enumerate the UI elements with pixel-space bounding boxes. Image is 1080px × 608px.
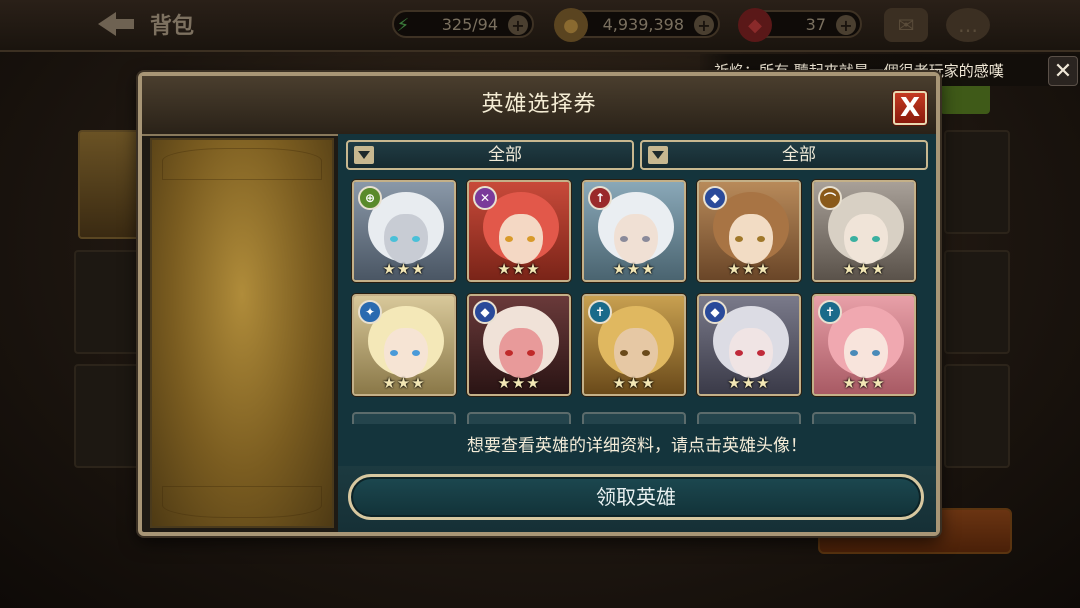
- hero-eye: [872, 350, 880, 356]
- hero-card-partial[interactable]: [697, 412, 801, 424]
- dropdown-arrow-icon: [648, 146, 668, 164]
- stamina-value: 325/94: [441, 14, 498, 34]
- chat-icon[interactable]: …: [946, 8, 990, 42]
- hero-grid: ⊕ ★★★ ✕ ★★★ ↑ ★★★ ◆ ★★★ ⌒ ★★★ ✦ ★★★ ◆ ★★★ ✝ ★★★ ◆ ★★★ ✝ ★★★: [352, 180, 922, 420]
- hero-card[interactable]: ↑ ★★★: [582, 180, 686, 282]
- knight-icon: ◆: [473, 300, 497, 324]
- hero-star-rating: ★★★: [382, 260, 426, 278]
- class-filter-dropdown[interactable]: 全部: [346, 140, 634, 170]
- hero-eye: [735, 236, 743, 242]
- archer-icon: ⌒: [818, 186, 842, 210]
- gem-icon: ◆: [738, 8, 772, 42]
- hero-grid-next-row: [352, 412, 922, 424]
- hero-eye: [642, 350, 650, 356]
- hero-eye: [412, 350, 420, 356]
- hero-star-rating: ★★★: [727, 260, 771, 278]
- hero-star-rating: ★★★: [727, 374, 771, 392]
- background-slot: [74, 364, 148, 468]
- hero-star-rating: ★★★: [497, 374, 541, 392]
- hero-eye: [527, 350, 535, 356]
- hero-eye: [850, 350, 858, 356]
- claim-area: 领取英雄: [338, 466, 936, 532]
- hero-eye: [390, 236, 398, 242]
- claim-hero-button[interactable]: 领取英雄: [348, 474, 924, 520]
- element-filter-dropdown[interactable]: 全部: [640, 140, 928, 170]
- hero-card-partial[interactable]: [352, 412, 456, 424]
- hero-eye: [505, 350, 513, 356]
- hero-eye: [850, 236, 858, 242]
- hero-eye: [757, 350, 765, 356]
- add-gold-button[interactable]: +: [694, 15, 714, 35]
- background-slot: [74, 250, 148, 354]
- hero-star-rating: ★★★: [497, 260, 541, 278]
- notification-close-button[interactable]: ✕: [1048, 56, 1078, 86]
- lightning-icon: ⚡: [396, 14, 410, 36]
- sniper-icon: ↑: [588, 186, 612, 210]
- hero-star-rating: ★★★: [612, 260, 656, 278]
- assassin-icon: ✕: [473, 186, 497, 210]
- knight-icon: ◆: [703, 186, 727, 210]
- stamina-counter: ⚡ 325/94 +: [392, 10, 534, 38]
- hero-selection-dialog: 英雄选择券 X 全部 全部 ⊕ ★★★ ✕ ★★★ ↑ ★★★ ◆ ★★★ ⌒ ★★★ ✦ ★★★ ◆ ★…: [138, 72, 940, 536]
- hero-card-partial[interactable]: [812, 412, 916, 424]
- gem-counter: ◆ 37 +: [738, 8, 862, 42]
- hero-eye: [642, 236, 650, 242]
- gold-value: 4,939,398: [602, 14, 684, 34]
- hero-card[interactable]: ◆ ★★★: [697, 180, 801, 282]
- hero-star-rating: ★★★: [842, 260, 886, 278]
- hero-eye: [390, 350, 398, 356]
- background-slot: [944, 364, 1010, 468]
- warrior-icon: ⊕: [358, 186, 382, 210]
- gold-counter: ● 4,939,398 +: [554, 8, 720, 42]
- back-button[interactable]: 背包: [98, 8, 194, 40]
- hero-card[interactable]: ✝ ★★★: [812, 294, 916, 396]
- hero-eye: [620, 236, 628, 242]
- hero-star-rating: ★★★: [612, 374, 656, 392]
- background-slot: [944, 130, 1010, 234]
- back-arrow-icon: [98, 12, 134, 36]
- class-filter-label: 全部: [488, 145, 522, 165]
- element-filter-label: 全部: [782, 145, 816, 165]
- add-gem-button[interactable]: +: [836, 15, 856, 35]
- gem-value: 37: [805, 14, 826, 34]
- hero-card[interactable]: ⊕ ★★★: [352, 180, 456, 282]
- back-label: 背包: [150, 14, 195, 39]
- hero-eye: [620, 350, 628, 356]
- knight-icon: ◆: [703, 300, 727, 324]
- hero-preview-panel: [150, 138, 334, 528]
- hero-eye: [757, 236, 765, 242]
- hero-card[interactable]: ◆ ★★★: [697, 294, 801, 396]
- hero-eye: [735, 350, 743, 356]
- gold-coin-icon: ●: [554, 8, 588, 42]
- hero-eye: [872, 236, 880, 242]
- hero-star-rating: ★★★: [382, 374, 426, 392]
- hero-card[interactable]: ◆ ★★★: [467, 294, 571, 396]
- dropdown-arrow-icon: [354, 146, 374, 164]
- priest-icon: ✝: [818, 300, 842, 324]
- hero-eye: [412, 236, 420, 242]
- hero-card[interactable]: ✝ ★★★: [582, 294, 686, 396]
- mail-icon[interactable]: ✉: [884, 8, 928, 42]
- hero-list-panel: 全部 全部 ⊕ ★★★ ✕ ★★★ ↑ ★★★ ◆ ★★★ ⌒ ★★★ ✦ ★★★ ◆ ★★★ ✝ ★★★ ◆ ★…: [338, 134, 936, 532]
- hero-star-rating: ★★★: [842, 374, 886, 392]
- hero-card[interactable]: ✦ ★★★: [352, 294, 456, 396]
- add-stamina-button[interactable]: +: [508, 15, 528, 35]
- dialog-close-button[interactable]: X: [893, 91, 927, 125]
- hint-text: 想要查看英雄的详细资料，请点击英雄头像！: [338, 428, 936, 464]
- priest-icon: ✝: [588, 300, 612, 324]
- hero-card[interactable]: ⌒ ★★★: [812, 180, 916, 282]
- hero-eye: [527, 236, 535, 242]
- background-slot: [944, 250, 1010, 354]
- dialog-title: 英雄选择券: [481, 92, 597, 117]
- hero-card-partial[interactable]: [467, 412, 571, 424]
- mage-icon: ✦: [358, 300, 382, 324]
- hero-eye: [505, 236, 513, 242]
- hero-card-partial[interactable]: [582, 412, 686, 424]
- hero-card[interactable]: ✕ ★★★: [467, 180, 571, 282]
